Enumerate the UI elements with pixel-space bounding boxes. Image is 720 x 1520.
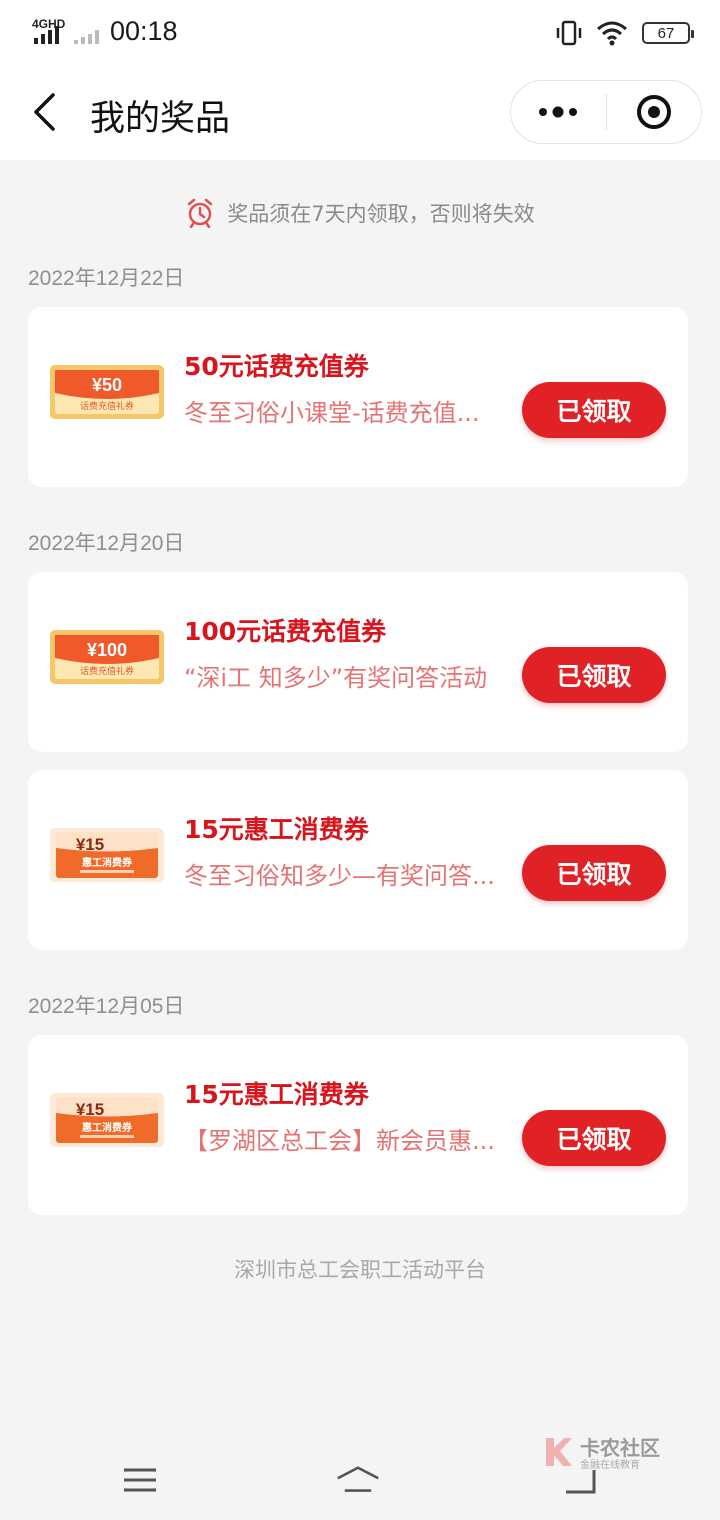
prize-card[interactable]: ¥50 话费充值礼券 50元话费充值券 冬至习俗小课堂-话费充值... 已领取 [28, 307, 688, 487]
mini-program-capsule [510, 80, 702, 144]
date-label: 2022年12月22日 [28, 267, 185, 290]
platform-footer: 深圳市总工会职工活动平台 [234, 1258, 486, 1282]
home-button[interactable] [336, 1458, 380, 1502]
claimed-button[interactable]: 已领取 [522, 1110, 666, 1166]
svg-text:惠工消费券: 惠工消费券 [82, 1121, 133, 1134]
prize-title: 15元惠工消费券 [184, 815, 369, 844]
svg-text:¥15: ¥15 [76, 1100, 104, 1119]
status-bar: 4GHD 00:18 67 [0, 0, 720, 64]
notice-text: 奖品须在7天内领取，否则将失效 [227, 202, 535, 226]
more-button[interactable] [511, 80, 606, 144]
svg-text:¥100: ¥100 [87, 640, 127, 660]
menu-icon [124, 1468, 156, 1492]
back-icon [566, 1470, 596, 1494]
svg-text:惠工消费券: 惠工消费券 [82, 856, 133, 869]
phone-credit-coupon-icon: ¥100 话费充值礼券 [50, 630, 164, 684]
back-button[interactable] [24, 86, 64, 138]
menu-button[interactable] [118, 1458, 162, 1502]
status-right-icons: 67 [556, 18, 694, 48]
svg-text:话费充值礼券: 话费充值礼券 [80, 400, 134, 412]
vibrate-icon [556, 20, 582, 46]
prize-source: 冬至习俗小课堂-话费充值... [184, 399, 480, 427]
system-back-button[interactable] [556, 1458, 600, 1502]
alarm-clock-icon [188, 198, 213, 228]
prize-source: 冬至习俗知多少—有奖问答... [184, 862, 495, 890]
svg-text:¥50: ¥50 [92, 375, 122, 395]
expiry-notice: 奖品须在7天内领取，否则将失效 [0, 196, 720, 230]
prize-source: 【罗湖区总工会】新会员惠... [184, 1127, 495, 1155]
svg-text:4GHD: 4GHD [32, 17, 66, 31]
consumer-coupon-icon: ¥15 惠工消费券 [50, 828, 164, 882]
more-dots-icon [539, 106, 578, 118]
date-label: 2022年12月20日 [28, 532, 185, 555]
prize-card[interactable]: ¥15 惠工消费券 15元惠工消费券 冬至习俗知多少—有奖问答... 已领取 [28, 770, 688, 950]
prize-card[interactable]: ¥100 话费充值礼券 100元话费充值券 “深i工 知多少”有奖问答活动 已领… [28, 572, 688, 752]
svg-text:¥15: ¥15 [76, 835, 104, 854]
claimed-button[interactable]: 已领取 [522, 382, 666, 438]
prize-source: “深i工 知多少”有奖问答活动 [184, 664, 488, 692]
prize-title: 50元话费充值券 [184, 352, 369, 381]
prize-card[interactable]: ¥15 惠工消费券 15元惠工消费券 【罗湖区总工会】新会员惠... 已领取 [28, 1035, 688, 1215]
consumer-coupon-icon: ¥15 惠工消费券 [50, 1093, 164, 1147]
status-time: 00:18 [110, 16, 178, 46]
back-arrow-icon [34, 93, 55, 131]
signal-icon: 4GHD [32, 17, 99, 44]
battery-icon: 67 [642, 22, 694, 44]
wifi-icon [597, 21, 627, 46]
date-label: 2022年12月05日 [28, 995, 185, 1018]
claimed-button[interactable]: 已领取 [522, 845, 666, 901]
svg-text:话费充值礼券: 话费充值礼券 [80, 665, 134, 677]
claimed-button[interactable]: 已领取 [522, 647, 666, 703]
nav-bar: 我的奖品 [0, 64, 720, 160]
page-title: 我的奖品 [90, 99, 231, 139]
close-mini-program-button[interactable] [607, 80, 702, 144]
close-target-icon [636, 95, 671, 129]
system-navigation-bar [0, 1440, 720, 1520]
prize-title: 100元话费充值券 [184, 617, 387, 646]
home-icon [337, 1466, 379, 1492]
prize-title: 15元惠工消费券 [184, 1080, 369, 1109]
phone-credit-coupon-icon: ¥50 话费充值礼券 [50, 365, 164, 419]
